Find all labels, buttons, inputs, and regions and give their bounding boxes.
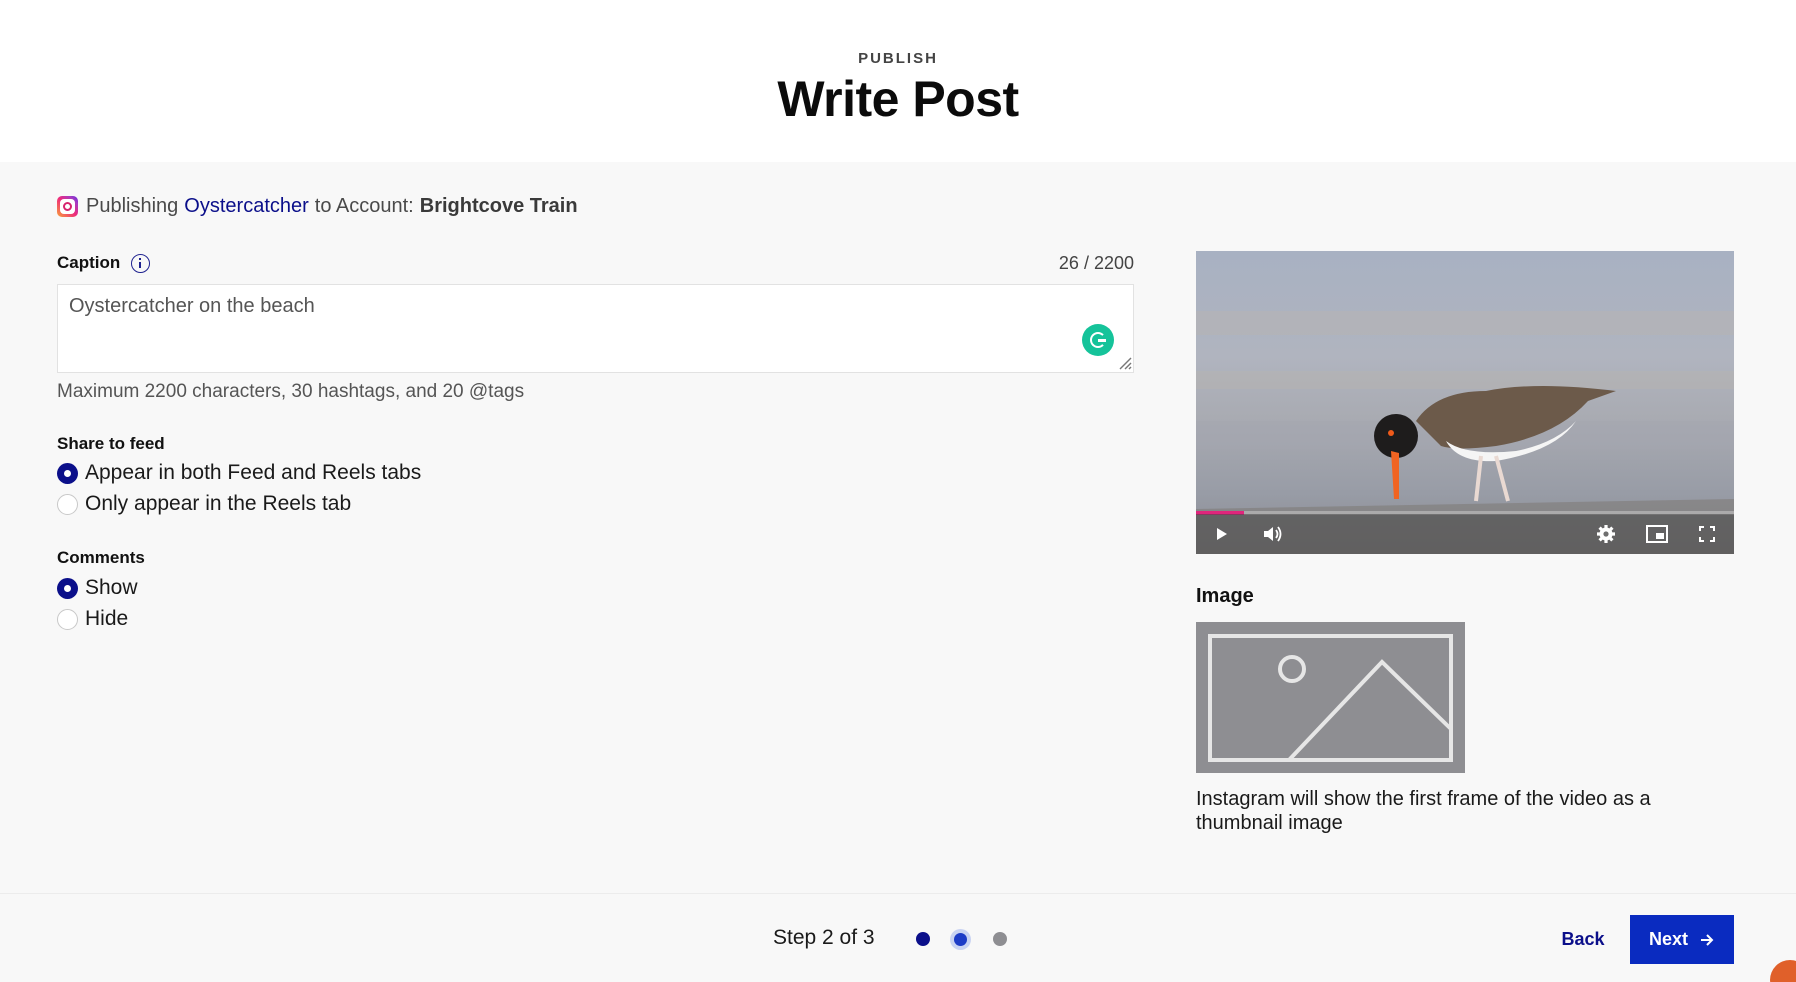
arrow-right-icon <box>1701 933 1714 946</box>
grammarly-icon[interactable] <box>1082 324 1114 356</box>
radio-reels-only[interactable]: Only appear in the Reels tab <box>57 492 351 516</box>
video-name-link[interactable]: Oystercatcher <box>184 195 308 218</box>
radio-unselected-icon[interactable] <box>57 493 78 515</box>
radio-comments-show[interactable]: Show <box>57 576 138 600</box>
radio-label: Only appear in the Reels tab <box>85 492 352 515</box>
image-placeholder-icon <box>1208 634 1453 762</box>
page-title: Write Post <box>777 71 1019 127</box>
next-button-label: Next <box>1648 929 1688 949</box>
picture-in-picture-icon[interactable] <box>1646 525 1668 543</box>
caption-value: Oystercatcher on the beach <box>69 295 315 317</box>
play-icon[interactable] <box>1214 527 1228 541</box>
thumbnail-preview <box>1196 622 1465 773</box>
resize-handle-icon[interactable] <box>1118 356 1132 370</box>
footer-bar <box>0 893 1796 982</box>
radio-label: Hide <box>85 607 129 630</box>
caption-label-row: Caption <box>57 253 151 273</box>
caption-textarea[interactable]: Oystercatcher on the beach <box>57 284 1134 373</box>
radio-feed-and-reels[interactable]: Appear in both Feed and Reels tabs <box>57 461 421 485</box>
fullscreen-icon[interactable] <box>1699 526 1715 542</box>
caption-char-count: 26 / 2200 <box>1058 253 1134 273</box>
radio-comments-hide[interactable]: Hide <box>57 607 128 631</box>
next-button[interactable]: Next <box>1630 915 1734 964</box>
video-control-bar <box>1196 514 1734 554</box>
image-section-label: Image <box>1196 585 1254 607</box>
step-indicator-text: Step 2 of 3 <box>773 926 875 949</box>
step-dot-1 <box>916 932 930 946</box>
publishing-middle: to Account: <box>314 194 414 217</box>
page-header: PUBLISH Write Post <box>0 0 1796 162</box>
volume-icon[interactable] <box>1263 525 1283 543</box>
step-dot-2 <box>954 933 967 946</box>
publishing-prefix: Publishing <box>86 194 179 217</box>
radio-selected-icon[interactable] <box>57 462 78 484</box>
radio-unselected-icon[interactable] <box>57 608 78 630</box>
radio-label: Appear in both Feed and Reels tabs <box>85 461 422 484</box>
publishing-summary: Publishing Oystercatcher to Account: Bri… <box>57 193 578 219</box>
comments-label: Comments <box>57 548 145 567</box>
back-button[interactable]: Back <box>1548 915 1618 963</box>
back-button-label: Back <box>1561 928 1605 949</box>
page-eyebrow: PUBLISH <box>858 50 938 67</box>
video-frame <box>1196 251 1734 554</box>
caption-helper-text: Maximum 2200 characters, 30 hashtags, an… <box>57 381 525 402</box>
video-player[interactable] <box>1196 251 1734 554</box>
instagram-icon <box>57 195 78 217</box>
radio-selected-icon[interactable] <box>57 577 78 599</box>
settings-icon[interactable] <box>1596 524 1616 544</box>
caption-label: Caption <box>57 253 121 272</box>
share-to-feed-label: Share to feed <box>57 434 165 453</box>
info-icon[interactable] <box>131 253 151 273</box>
radio-label: Show <box>85 576 138 599</box>
account-name: Brightcove Train <box>419 194 578 217</box>
step-dot-3 <box>993 932 1007 946</box>
thumbnail-note: Instagram will show the first frame of t… <box>1196 788 1651 834</box>
